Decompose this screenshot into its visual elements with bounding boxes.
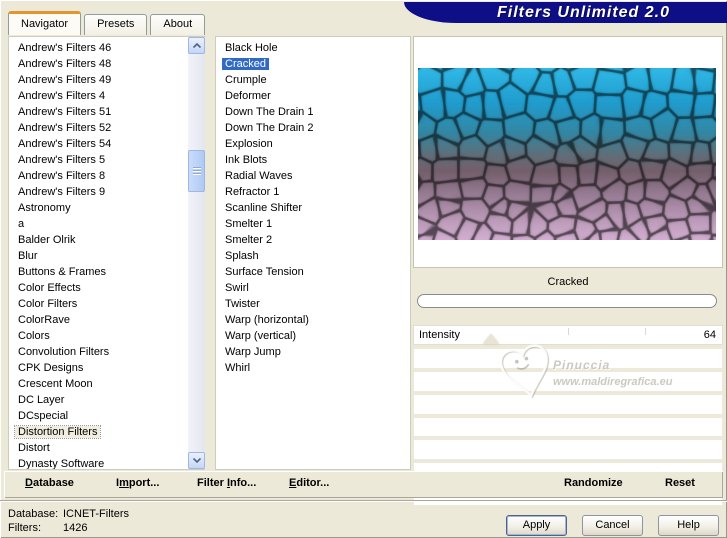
apply-button[interactable]: Apply <box>506 515 567 536</box>
filter-item[interactable]: Smelter 1 <box>222 216 410 232</box>
category-item[interactable]: Balder Olrik <box>15 232 186 248</box>
category-item[interactable]: Andrew's Filters 54 <box>15 136 186 152</box>
category-item[interactable]: CPK Designs <box>15 360 186 376</box>
filter-item[interactable]: Ink Blots <box>222 152 410 168</box>
filter-item[interactable]: Radial Waves <box>222 168 410 184</box>
filter-item[interactable]: Crumple <box>222 72 410 88</box>
category-item[interactable]: Color Effects <box>15 280 186 296</box>
category-item[interactable]: a <box>15 216 186 232</box>
progress-bar <box>417 294 717 308</box>
intensity-label: Intensity <box>419 329 460 341</box>
parameter-row <box>413 370 723 392</box>
selected-filter-header: Cracked <box>413 270 723 293</box>
category-item[interactable]: Blur <box>15 248 186 264</box>
status-bar: Database: ICNET-Filters Filters: 1426 Ap… <box>0 500 727 538</box>
filter-list[interactable]: Black Hole Cracked Crumple Deformer Down The… <box>215 36 411 470</box>
database-value: ICNET-Filters <box>63 508 129 520</box>
category-item[interactable]: Distort <box>15 440 186 456</box>
reset-button[interactable]: Reset <box>665 477 695 489</box>
category-item[interactable]: Astronomy <box>15 200 186 216</box>
category-item[interactable]: Andrew's Filters 4 <box>15 88 186 104</box>
editor-button[interactable]: Editor... <box>289 477 329 489</box>
parameter-row <box>413 416 723 438</box>
tab-navigator[interactable]: Navigator <box>8 11 82 35</box>
filter-item[interactable]: Warp Jump <box>222 344 410 360</box>
parameter-row <box>413 393 723 415</box>
scroll-up-button[interactable] <box>188 37 205 54</box>
selected-filter-name: Cracked <box>547 275 589 288</box>
category-item[interactable]: Andrew's Filters 8 <box>15 168 186 184</box>
tab-strip: Navigator Presets About <box>8 11 208 35</box>
filter-item[interactable]: Whirl <box>222 360 410 376</box>
filter-item[interactable]: Refractor 1 <box>222 184 410 200</box>
intensity-value: 64 <box>703 329 716 341</box>
category-list[interactable]: Andrew's Filters 46 Andrew's Filters 48 An… <box>8 36 205 470</box>
parameter-row <box>413 348 723 369</box>
slider-tick <box>568 328 569 335</box>
slider-tick <box>645 328 646 335</box>
filters-value: 1426 <box>63 522 88 534</box>
chevron-up-icon <box>192 43 201 48</box>
filter-info-button[interactable]: Filter Info... <box>197 477 256 489</box>
filter-item[interactable]: Surface Tension <box>222 264 410 280</box>
category-item[interactable]: Andrew's Filters 48 <box>15 56 186 72</box>
category-item[interactable]: Andrew's Filters 49 <box>15 72 186 88</box>
category-scrollbar[interactable] <box>188 37 205 469</box>
category-item[interactable]: ColorRave <box>15 312 186 328</box>
filter-item[interactable]: Explosion <box>222 136 410 152</box>
slider-thumb-icon[interactable] <box>483 334 499 344</box>
title-banner: Filters Unlimited 2.0 <box>404 2 727 23</box>
randomize-button[interactable]: Randomize <box>564 477 623 489</box>
filter-item[interactable]: Down The Drain 2 <box>222 120 410 136</box>
category-item[interactable]: DC Layer <box>15 392 186 408</box>
scroll-thumb[interactable] <box>188 150 205 192</box>
import-button[interactable]: Import... <box>116 477 159 489</box>
preview-frame <box>413 36 723 268</box>
category-item[interactable]: DCspecial <box>15 408 186 424</box>
category-item[interactable]: Andrew's Filters 52 <box>15 120 186 136</box>
help-button[interactable]: Help <box>658 515 719 536</box>
preview-panel: Cracked Intensity 64 Pinuccia www.maldir… <box>413 36 723 507</box>
filter-item[interactable]: Smelter 2 <box>222 232 410 248</box>
parameter-row <box>413 439 723 461</box>
category-item[interactable]: Color Filters <box>15 296 186 312</box>
filter-item[interactable]: Deformer <box>222 88 410 104</box>
tab-about[interactable]: About <box>150 14 206 35</box>
preview-image[interactable] <box>418 68 716 240</box>
database-button[interactable]: Database <box>25 477 74 489</box>
cancel-button[interactable]: Cancel <box>582 515 643 536</box>
filter-item[interactable]: Down The Drain 1 <box>222 104 410 120</box>
category-item[interactable]: Crescent Moon <box>15 376 186 392</box>
filter-item[interactable]: Warp (vertical) <box>222 328 410 344</box>
category-item[interactable]: Distortion Filters <box>13 424 186 440</box>
bottom-toolbar: Database Import... Filter Info... Editor… <box>4 471 723 498</box>
category-item[interactable]: Andrew's Filters 9 <box>15 184 186 200</box>
category-item[interactable]: Convolution Filters <box>15 344 186 360</box>
window-title: Filters Unlimited 2.0 <box>496 3 671 21</box>
category-item[interactable]: Andrew's Filters 5 <box>15 152 186 168</box>
filter-item[interactable]: Twister <box>222 296 410 312</box>
scroll-down-button[interactable] <box>188 452 205 469</box>
filter-item[interactable]: Black Hole <box>222 40 410 56</box>
category-item[interactable]: Colors <box>15 328 186 344</box>
database-label: Database: <box>8 508 59 520</box>
status-info: Database: ICNET-Filters Filters: 1426 <box>8 507 129 535</box>
category-item[interactable]: Andrew's Filters 46 <box>15 40 186 56</box>
filter-item[interactable]: Scanline Shifter <box>222 200 410 216</box>
filter-item[interactable]: Splash <box>222 248 410 264</box>
chevron-down-icon <box>192 458 201 463</box>
filter-item[interactable]: Warp (horizontal) <box>222 312 410 328</box>
tab-presets[interactable]: Presets <box>84 14 148 35</box>
filters-unlimited-dialog: Navigator Presets About Filters Unlimite… <box>0 0 727 538</box>
filters-label: Filters: <box>8 522 41 534</box>
category-item[interactable]: Dynasty Software <box>15 456 186 469</box>
category-item[interactable]: Andrew's Filters 51 <box>15 104 186 120</box>
filter-item[interactable]: Cracked <box>222 56 410 72</box>
category-item[interactable]: Buttons & Frames <box>15 264 186 280</box>
filter-item[interactable]: Swirl <box>222 280 410 296</box>
intensity-slider-row[interactable]: Intensity 64 <box>413 325 723 345</box>
